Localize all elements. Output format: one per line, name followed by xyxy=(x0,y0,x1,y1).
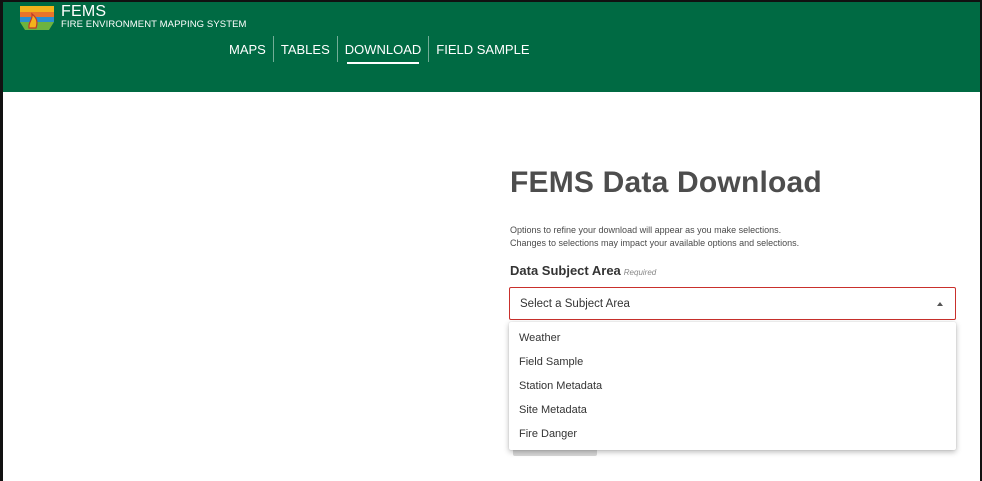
fems-logo-icon[interactable] xyxy=(19,5,55,31)
main-nav: MAPS TABLES DOWNLOAD FIELD SAMPLE xyxy=(222,36,537,68)
nav-download[interactable]: DOWNLOAD xyxy=(338,38,429,64)
option-field-sample[interactable]: Field Sample xyxy=(519,356,583,368)
option-station-metadata[interactable]: Station Metadata xyxy=(519,380,602,392)
nav-tables[interactable]: TABLES xyxy=(274,38,337,58)
nav-field-sample[interactable]: FIELD SAMPLE xyxy=(429,38,536,58)
help-line-2: Changes to selections may impact your av… xyxy=(510,238,800,248)
page-title: FEMS Data Download xyxy=(510,166,822,199)
option-site-metadata[interactable]: Site Metadata xyxy=(519,404,587,416)
brand-title: FEMS xyxy=(61,3,107,20)
required-indicator: Required xyxy=(623,268,657,277)
nav-maps[interactable]: MAPS xyxy=(222,38,273,58)
select-placeholder: Select a Subject Area xyxy=(520,298,630,310)
option-fire-danger[interactable]: Fire Danger xyxy=(519,428,577,440)
subject-area-dropdown-menu: Weather Field Sample Station Metadata Si… xyxy=(509,322,956,450)
brand-subtitle: FIRE ENVIRONMENT MAPPING SYSTEM xyxy=(61,19,247,30)
subject-area-select[interactable]: Select a Subject Area xyxy=(509,287,956,320)
subject-area-label-text: Data Subject Area xyxy=(510,263,621,278)
subject-area-label: Data Subject Area Required xyxy=(510,263,656,278)
help-line-1: Options to refine your download will app… xyxy=(510,225,782,235)
caret-up-icon xyxy=(937,302,943,306)
help-text: Options to refine your download will app… xyxy=(510,224,799,250)
app-header: FEMS FIRE ENVIRONMENT MAPPING SYSTEM MAP… xyxy=(3,2,980,92)
option-weather[interactable]: Weather xyxy=(519,332,560,344)
